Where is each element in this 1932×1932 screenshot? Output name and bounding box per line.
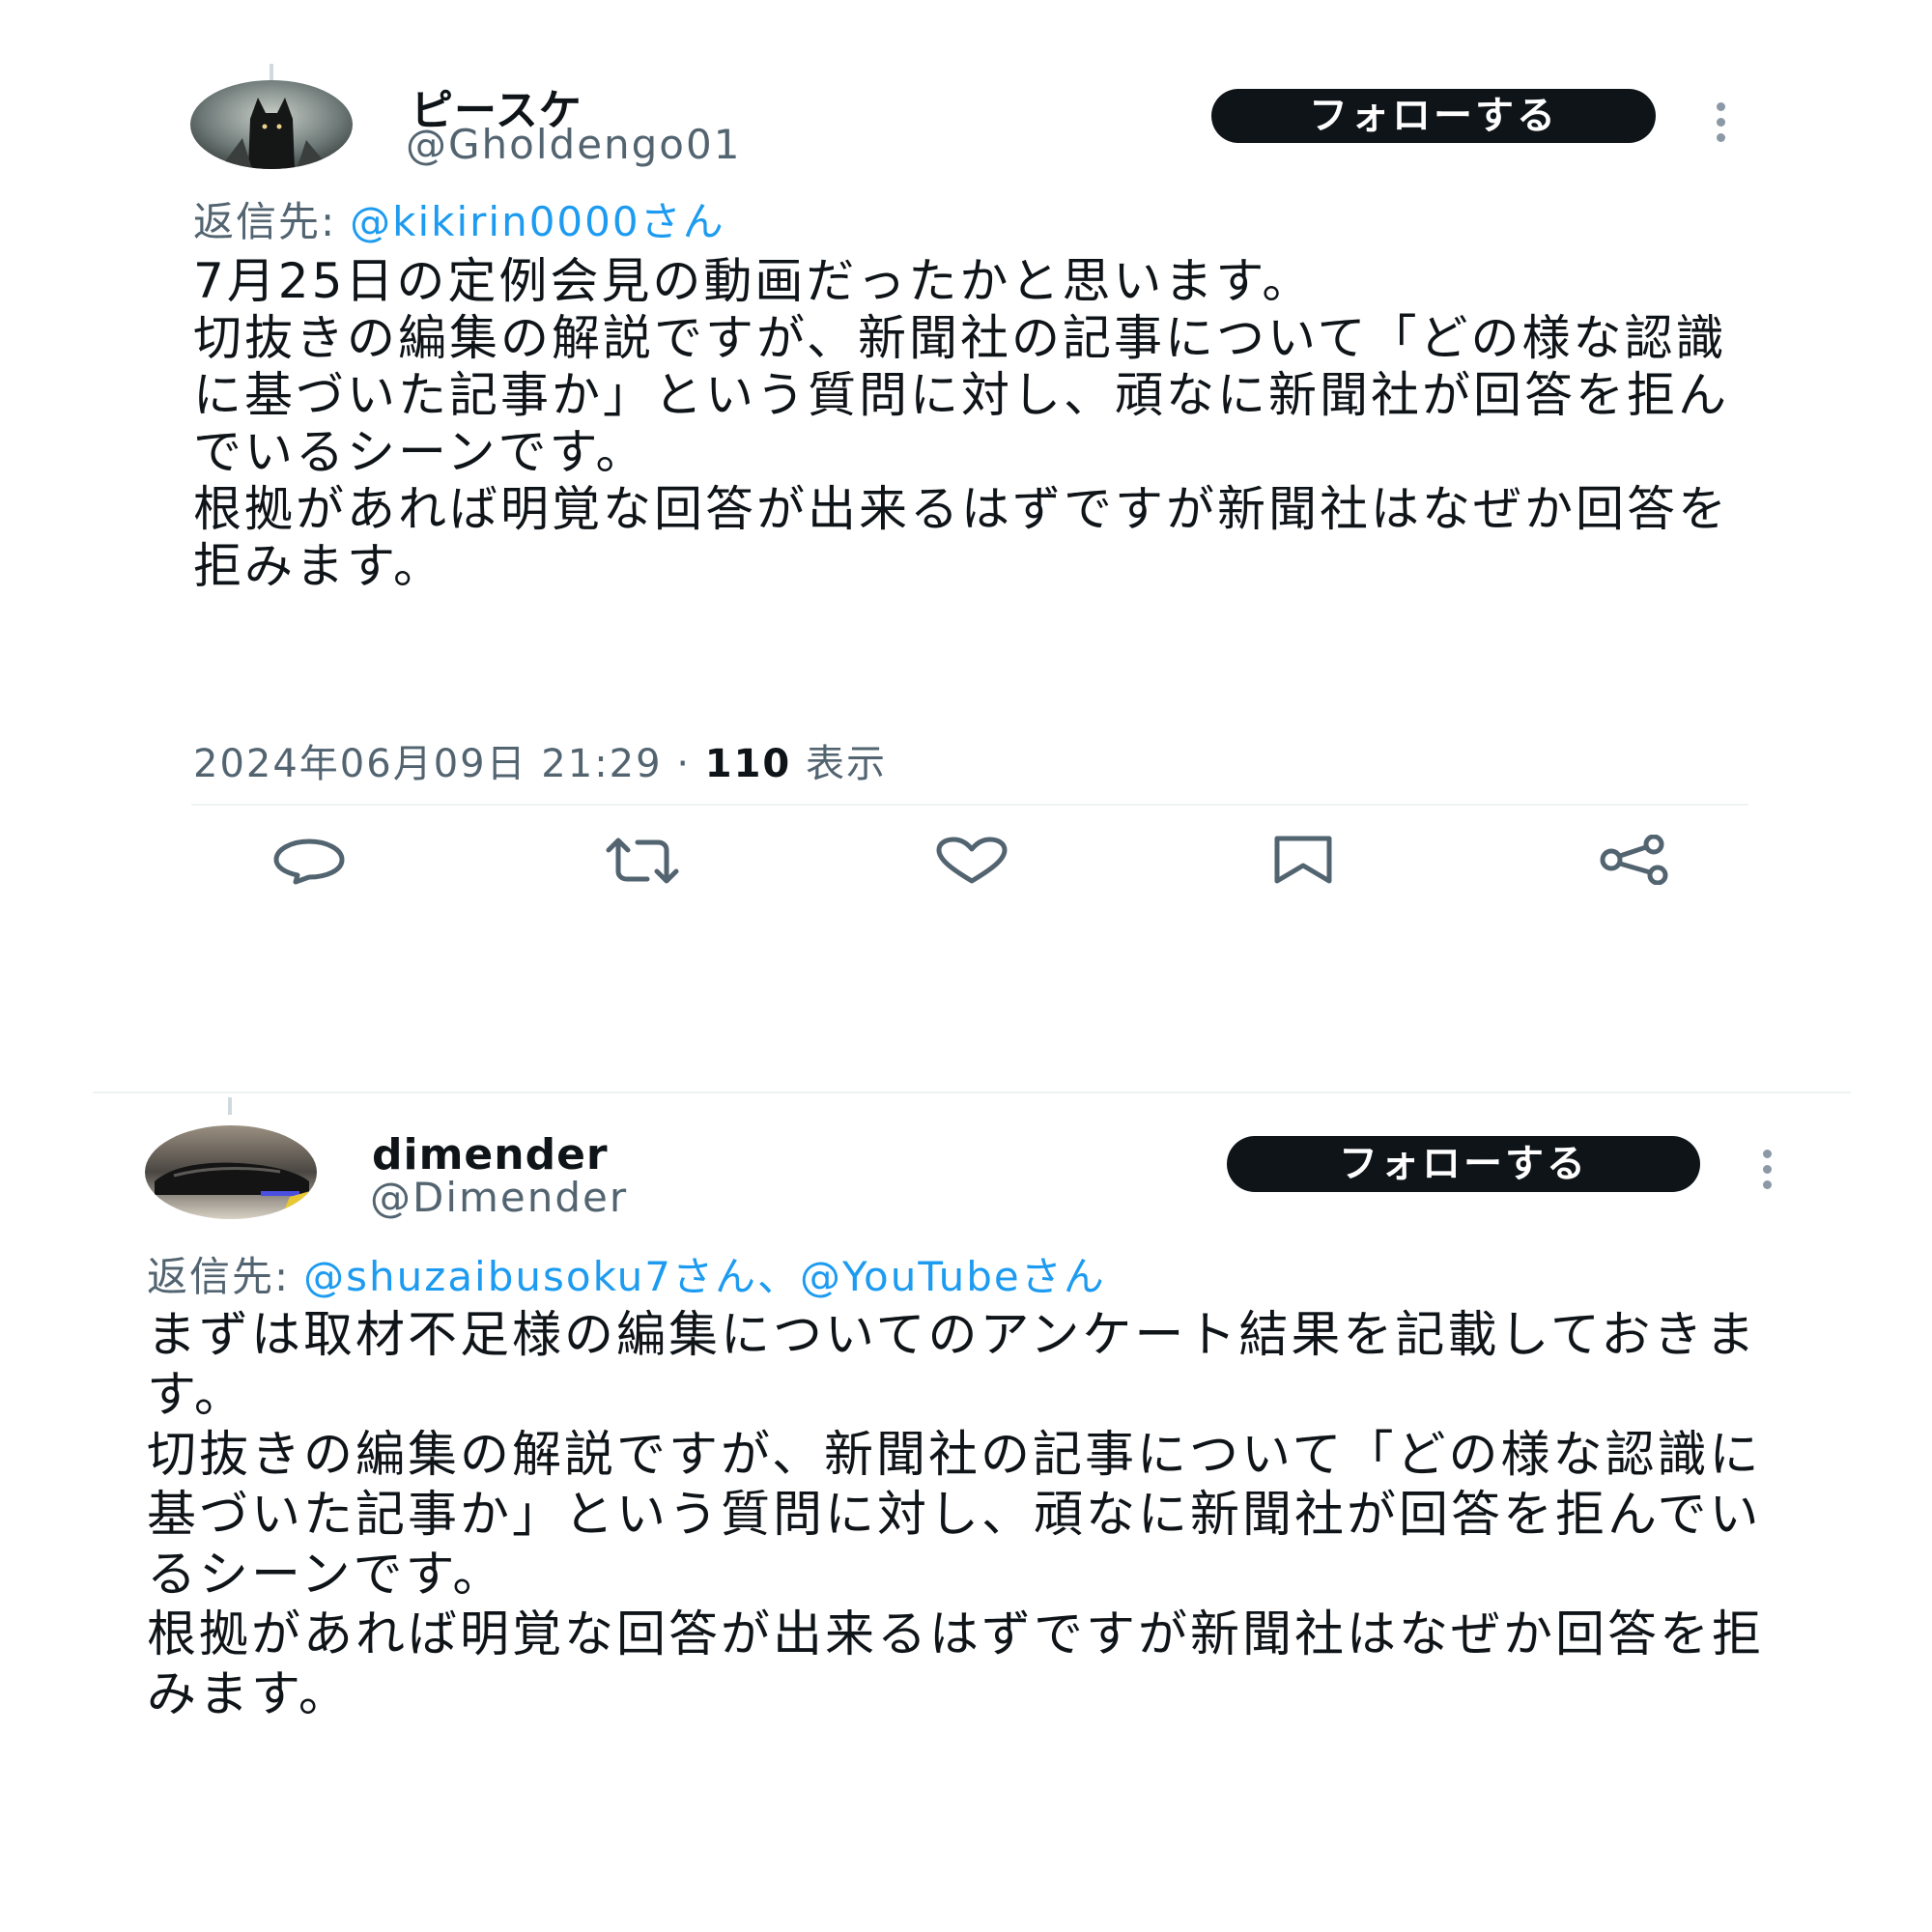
divider (191, 804, 1748, 806)
handle[interactable]: @Dimender (370, 1174, 628, 1221)
thread-line (270, 64, 273, 81)
views-count: 110 (704, 742, 792, 786)
post-body: まずは取材不足様の編集についてのアンケート結果を記載しておきます。 切抜きの編集… (147, 1307, 1765, 1723)
car-avatar-icon (145, 1125, 317, 1219)
bookmark-icon[interactable] (1269, 835, 1337, 885)
thread-line (228, 1097, 232, 1115)
reply-mention-link[interactable]: @kikirin0000さん (350, 198, 724, 245)
handle[interactable]: @Gholdengo01 (406, 121, 741, 168)
follow-button[interactable]: フォローする (1227, 1136, 1700, 1192)
follow-button[interactable]: フォローする (1211, 89, 1656, 143)
meta-separator: · (676, 742, 692, 786)
display-name[interactable]: dimender (372, 1130, 609, 1179)
reply-to: 返信先: @shuzaibusoku7さん、@YouTubeさん (147, 1244, 1106, 1303)
post-1: ピースケ @Gholdengo01 フォローする 返信先: @kikirin000… (0, 0, 1932, 966)
reply-to-label: 返信先: (193, 198, 337, 245)
reply-mention-link[interactable]: @shuzaibusoku7さん、@YouTubeさん (303, 1253, 1106, 1300)
avatar[interactable] (190, 80, 353, 169)
reply-icon[interactable] (270, 837, 348, 885)
post-2: dimender @Dimender フォローする 返信先: @shuzaibus… (0, 1092, 1932, 1932)
more-options-icon[interactable] (1761, 1150, 1773, 1196)
post-meta: 2024年06月09日 21:29 · 110 表示 (193, 732, 887, 788)
more-options-icon[interactable] (1715, 102, 1726, 149)
post-body: 7月25日の定例会見の動画だったかと思います。 切抜きの編集の解説ですが、新聞社… (193, 253, 1729, 594)
black-wolf-avatar-icon (190, 80, 353, 169)
share-icon[interactable] (1596, 835, 1673, 885)
repost-icon[interactable] (599, 837, 686, 885)
reply-to: 返信先: @kikirin0000さん (193, 189, 725, 248)
reply-to-label: 返信先: (147, 1253, 291, 1300)
avatar[interactable] (145, 1125, 317, 1219)
like-icon[interactable] (933, 837, 1010, 885)
views-label: 表示 (805, 742, 887, 786)
timestamp-link[interactable]: 2024年06月09日 21:29 (193, 742, 663, 786)
